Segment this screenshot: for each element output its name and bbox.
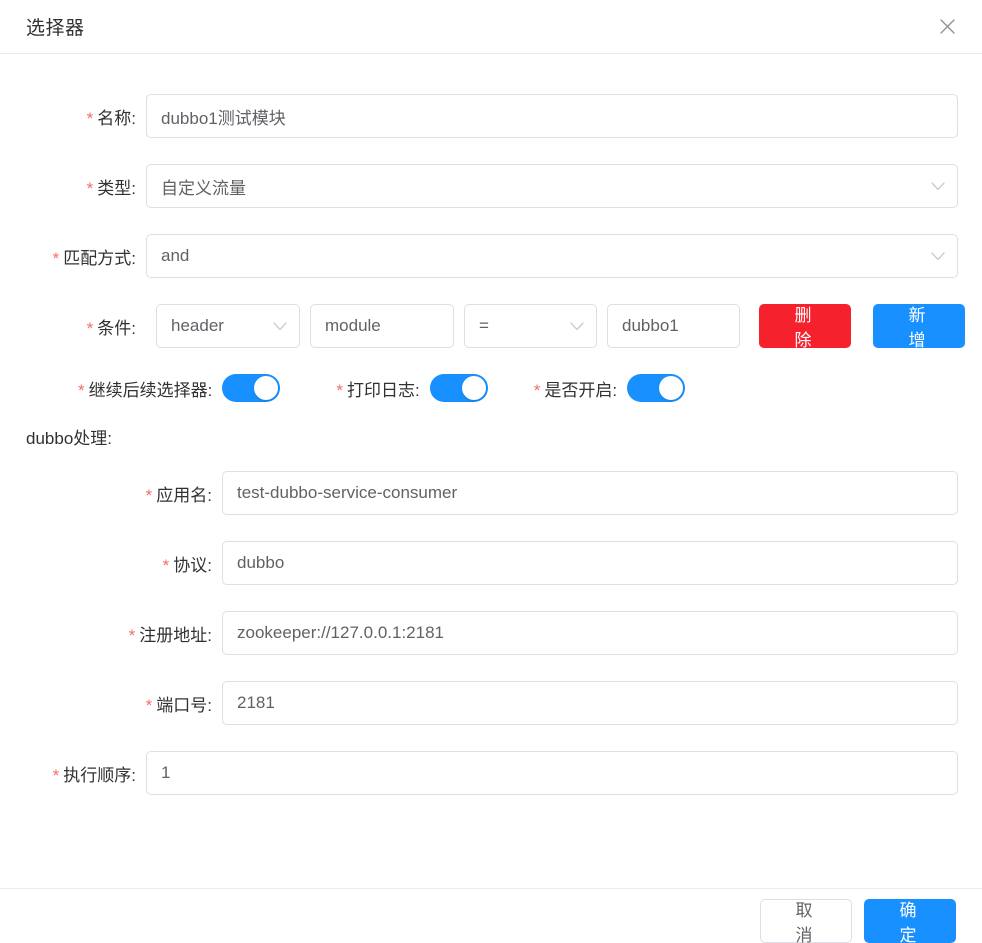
match-mode-select-value: and [161, 246, 190, 265]
type-select-value: 自定义流量 [161, 178, 246, 198]
protocol-value: dubbo [237, 553, 285, 572]
cancel-button[interactable]: 取 消 [760, 899, 852, 943]
selector-dialog: 选择器 * 名称: dubbo1测试模块 * 类型: 自定义流量 * 匹配方式:… [0, 0, 982, 943]
dialog-body: * 名称: dubbo1测试模块 * 类型: 自定义流量 * 匹配方式: and… [0, 54, 982, 888]
chevron-down-icon [273, 319, 287, 333]
toggle-knob [461, 376, 486, 400]
enabled-toggle[interactable] [627, 374, 686, 402]
chevron-down-icon [931, 249, 945, 263]
label-port-text: 端口号: [156, 695, 212, 715]
label-continue-selector-text: 继续后续选择器: [88, 380, 213, 400]
label-condition-text: 条件: [97, 318, 136, 338]
type-select[interactable]: 自定义流量 [146, 164, 958, 208]
label-type-text: 类型: [97, 178, 136, 198]
label-match-mode: * 匹配方式: [0, 244, 146, 269]
label-sort-order-text: 执行顺序: [63, 765, 136, 785]
chevron-down-icon [931, 179, 945, 193]
label-port: * 端口号: [0, 691, 222, 716]
print-log-toggle[interactable] [429, 374, 488, 402]
label-protocol: * 协议: [0, 551, 222, 576]
dubbo-section-title: dubbo处理: [26, 429, 112, 448]
condition-key-value: module [325, 316, 381, 335]
label-print-log-text: 打印日志: [346, 380, 420, 400]
condition-value-text: dubbo1 [622, 316, 679, 335]
app-name-input[interactable]: test-dubbo-service-consumer [222, 471, 958, 515]
condition-key-input[interactable]: module [310, 304, 454, 348]
form-row-registry-address: * 注册地址: zookeeper://127.0.0.1:2181 [0, 611, 982, 655]
form-row-name: * 名称: dubbo1测试模块 [0, 94, 982, 138]
required-asterisk: * [162, 555, 170, 575]
condition-operator-select[interactable]: = [464, 304, 597, 348]
protocol-input[interactable]: dubbo [222, 541, 958, 585]
switch-group-continue: * 继续后续选择器: [78, 374, 281, 402]
page-title: 选择器 [26, 18, 85, 39]
continue-selector-toggle[interactable] [222, 374, 281, 402]
label-match-mode-text: 匹配方式: [63, 248, 136, 268]
match-mode-select[interactable]: and [146, 234, 958, 278]
toggle-knob [254, 376, 279, 400]
name-input-value: dubbo1测试模块 [161, 108, 286, 128]
switch-group-print-log: * 打印日志: [336, 374, 488, 402]
label-name: * 名称: [0, 104, 146, 129]
required-asterisk: * [145, 695, 153, 715]
label-registry-address: * 注册地址: [0, 621, 222, 646]
chevron-down-icon [570, 319, 584, 333]
label-name-text: 名称: [97, 108, 136, 128]
label-continue-selector: * 继续后续选择器: [78, 376, 222, 401]
app-name-value: test-dubbo-service-consumer [237, 483, 458, 502]
name-input[interactable]: dubbo1测试模块 [146, 94, 958, 138]
switch-row: * 继续后续选择器: * 打印日志: * 是否开启: [0, 374, 982, 402]
label-protocol-text: 协议: [173, 555, 212, 575]
form-row-protocol: * 协议: dubbo [0, 541, 982, 585]
registry-address-input[interactable]: zookeeper://127.0.0.1:2181 [222, 611, 958, 655]
required-asterisk: * [128, 625, 136, 645]
toggle-knob [659, 376, 684, 400]
form-row-app-name: * 应用名: test-dubbo-service-consumer [0, 471, 982, 515]
required-asterisk: * [145, 485, 153, 505]
condition-value-input[interactable]: dubbo1 [607, 304, 740, 348]
required-asterisk: * [336, 380, 343, 400]
confirm-button[interactable]: 确 定 [864, 899, 956, 943]
add-condition-button[interactable]: 新 增 [873, 304, 965, 350]
dialog-header: 选择器 [0, 0, 982, 54]
label-app-name: * 应用名: [0, 481, 222, 506]
required-asterisk: * [533, 380, 541, 400]
required-asterisk: * [52, 248, 60, 268]
condition-source-select[interactable]: header [156, 304, 300, 348]
condition-operator-value: = [479, 316, 489, 335]
label-enabled: * 是否开启: [534, 376, 627, 401]
form-row-port: * 端口号: 2181 [0, 681, 982, 725]
required-asterisk: * [52, 765, 60, 785]
form-row-match-mode: * 匹配方式: and [0, 234, 982, 278]
label-sort-order: * 执行顺序: [0, 761, 146, 786]
label-type: * 类型: [0, 174, 146, 199]
sort-order-value: 1 [161, 763, 171, 782]
port-value: 2181 [237, 693, 275, 712]
sort-order-input[interactable]: 1 [146, 751, 958, 795]
required-asterisk: * [86, 108, 94, 128]
delete-condition-button[interactable]: 删 除 [759, 304, 851, 350]
required-asterisk: * [86, 318, 94, 338]
condition-source-value: header [171, 316, 224, 335]
required-asterisk: * [86, 178, 94, 198]
form-row-condition: * 条件: header module = dubbo1 删 除 新 增 [0, 304, 982, 350]
label-enabled-text: 是否开启: [544, 380, 618, 400]
required-asterisk: * [78, 380, 85, 400]
label-condition: * 条件: [0, 314, 146, 339]
dialog-footer: 取 消 确 定 [0, 888, 982, 943]
registry-address-value: zookeeper://127.0.0.1:2181 [237, 623, 444, 642]
form-row-sort-order: * 执行顺序: 1 [0, 751, 982, 795]
label-app-name-text: 应用名: [156, 485, 212, 505]
label-registry-address-text: 注册地址: [139, 625, 212, 645]
label-print-log: * 打印日志: [336, 376, 429, 401]
port-input[interactable]: 2181 [222, 681, 958, 725]
close-icon[interactable] [934, 14, 960, 40]
form-row-type: * 类型: 自定义流量 [0, 164, 982, 208]
switch-group-enabled: * 是否开启: [534, 374, 686, 402]
